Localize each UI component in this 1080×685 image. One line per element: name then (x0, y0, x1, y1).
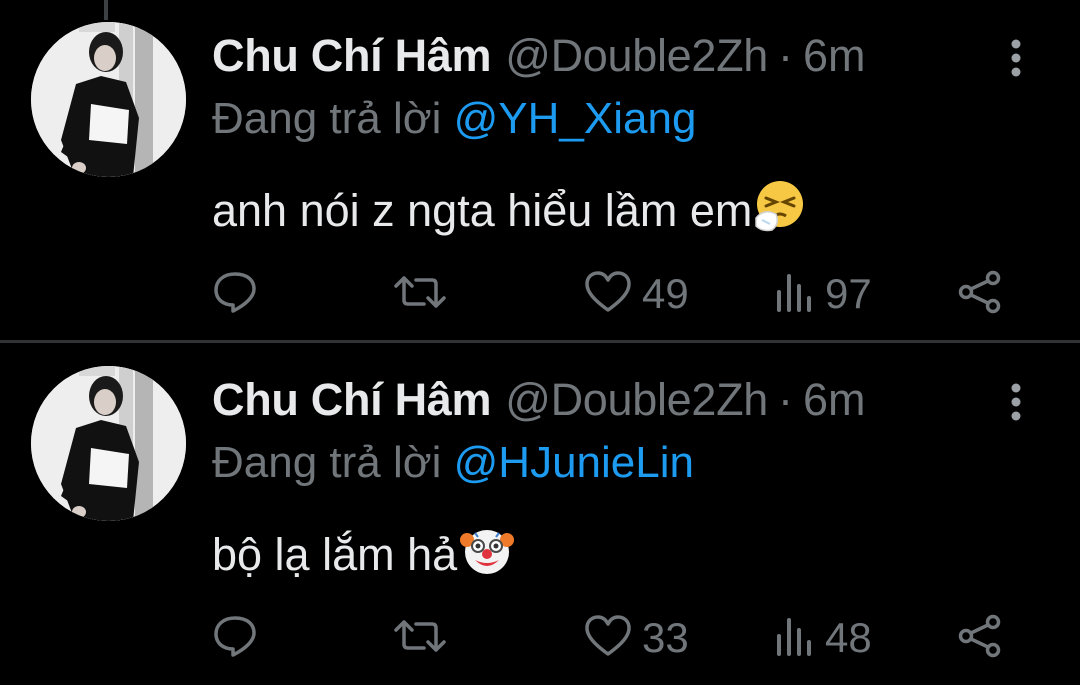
tweet-header: Chu Chí Hâm @Double2Zh · 6m (212, 30, 866, 86)
retweet-button[interactable] (394, 610, 446, 666)
separator-dot: · (778, 30, 794, 81)
tweet-actions: 33 48 (212, 610, 1012, 666)
display-name[interactable]: Chu Chí Hâm (212, 374, 492, 425)
separator-dot: · (778, 374, 794, 425)
more-options-icon[interactable] (1008, 382, 1024, 422)
retweet-icon (394, 270, 446, 319)
share-icon (957, 614, 1003, 663)
retweet-button[interactable] (394, 266, 446, 322)
mention-link[interactable]: @YH_Xiang (454, 94, 697, 143)
heart-icon (584, 270, 632, 319)
like-count: 49 (642, 270, 689, 317)
reply-button[interactable] (212, 266, 258, 322)
view-count: 48 (825, 614, 872, 661)
tweet-text: anh nói z ngta hiểu lầm em (212, 178, 810, 245)
views-button[interactable]: 48 (775, 610, 872, 666)
replying-prefix: Đang trả lời (212, 94, 442, 143)
timestamp[interactable]: 6m (803, 374, 866, 425)
tweet-actions: 49 97 (212, 266, 1012, 322)
like-button[interactable]: 33 (584, 610, 689, 666)
tweet[interactable]: Chu Chí Hâm @Double2Zh · 6m Đang trả lời @Y… (0, 0, 1080, 340)
share-button[interactable] (957, 266, 1003, 322)
user-handle[interactable]: @Double2Zh (505, 30, 768, 81)
views-icon (775, 270, 815, 319)
like-count: 33 (642, 614, 689, 661)
tweet-header: Chu Chí Hâm @Double2Zh · 6m (212, 374, 866, 430)
heart-icon (584, 614, 632, 663)
tweet-text: bộ lạ lắm hả (212, 522, 515, 589)
like-button[interactable]: 49 (584, 266, 689, 322)
tweet[interactable]: Chu Chí Hâm @Double2Zh · 6m Đang trả lời @H… (0, 344, 1080, 685)
view-count: 97 (825, 270, 872, 317)
replying-to: Đang trả lời @HJunieLin (212, 438, 694, 488)
sneezing-face-icon (754, 178, 810, 245)
replying-to: Đang trả lời @YH_Xiang (212, 94, 696, 144)
more-options-icon[interactable] (1008, 38, 1024, 78)
timestamp[interactable]: 6m (803, 30, 866, 81)
mention-link[interactable]: @HJunieLin (454, 438, 694, 487)
avatar[interactable] (31, 22, 186, 177)
reply-icon (212, 614, 258, 663)
display-name[interactable]: Chu Chí Hâm (212, 30, 492, 81)
tweet-body: anh nói z ngta hiểu lầm em (212, 185, 753, 236)
reply-icon (212, 270, 258, 319)
share-button[interactable] (957, 610, 1003, 666)
views-button[interactable]: 97 (775, 266, 872, 322)
user-handle[interactable]: @Double2Zh (505, 374, 768, 425)
retweet-icon (394, 614, 446, 663)
tweet-divider (0, 340, 1080, 343)
replying-prefix: Đang trả lời (212, 438, 442, 487)
avatar[interactable] (31, 366, 186, 521)
share-icon (957, 270, 1003, 319)
views-icon (775, 614, 815, 663)
tweet-body: bộ lạ lắm hả (212, 529, 458, 580)
clown-face-icon (459, 522, 515, 589)
reply-button[interactable] (212, 610, 258, 666)
